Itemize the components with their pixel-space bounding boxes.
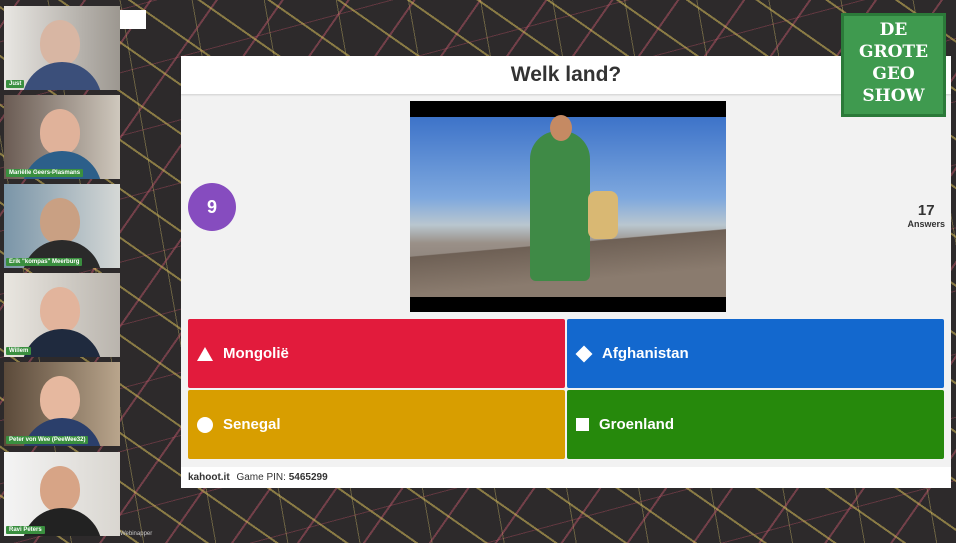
blank-overlay [120,10,146,29]
game-pin-label: Game PIN: [236,472,286,483]
answer-label: Afghanistan [602,345,689,362]
logo-line: GEO [872,64,915,84]
diamond-icon [575,345,593,362]
participant-name: Willem [6,347,32,355]
kahoot-site: kahoot.it [188,472,230,483]
image-musician [530,131,590,281]
kahoot-question-card: Welk land? 9 17 Answers Mongolië Afghani… [181,56,951,488]
participant-face [40,20,80,66]
show-logo: DE GROTE GEO SHOW [841,13,946,117]
participant-tile[interactable]: Mariëlle Geers-Plasmans [4,95,120,179]
answer-grid: Mongolië Afghanistan Senegal Groenland [188,319,944,461]
game-pin: 5465299 [288,472,328,483]
answer-option-red[interactable]: Mongolië [188,319,565,388]
answer-option-green[interactable]: Groenland [567,390,944,459]
participant-face [40,287,80,333]
countdown-timer: 9 [188,183,236,231]
answers-label: Answers [907,219,945,229]
logo-line: DE [879,20,908,40]
participant-name: Erik "kompas" Meerburg [6,258,83,266]
participant-face [40,198,80,244]
answers-count: 17 [917,202,935,219]
circle-icon [197,416,213,433]
participant-tile[interactable]: Erik "kompas" Meerburg [4,184,120,268]
answer-label: Mongolië [223,345,289,362]
participant-face [40,466,80,512]
answer-label: Senegal [223,416,281,433]
question-image [410,101,726,312]
image-instrument [588,191,618,239]
logo-line: SHOW [862,86,925,106]
logo-line: GROTE [858,42,929,62]
image-musician-head [550,115,572,141]
answers-counter: 17 Answers [907,202,945,229]
answer-option-yellow[interactable]: Senegal [188,390,565,459]
participant-name: Mariëlle Geers-Plasmans [6,169,84,177]
game-footer: kahoot.it Game PIN: 5465299 [181,467,951,488]
participant-face [40,376,80,422]
triangle-icon [197,346,213,361]
participant-tile[interactable]: Willem [4,273,120,357]
participant-name: Peter von Wee (PeeWee32) [6,436,89,444]
participant-name: Just [6,80,25,88]
answer-label: Groenland [599,416,675,433]
square-icon [576,418,589,431]
participant-name: Ravi Peters [6,526,45,534]
participant-tile[interactable]: Peter von Wee (PeeWee32) [4,362,120,446]
participant-face [40,109,80,155]
participant-tile[interactable]: Just [4,6,120,90]
webinapper-label: Webinapper [120,531,153,537]
participant-tile[interactable]: Ravi Peters [4,452,120,536]
answer-option-blue[interactable]: Afghanistan [567,319,944,388]
question-title: Welk land? [181,56,951,94]
